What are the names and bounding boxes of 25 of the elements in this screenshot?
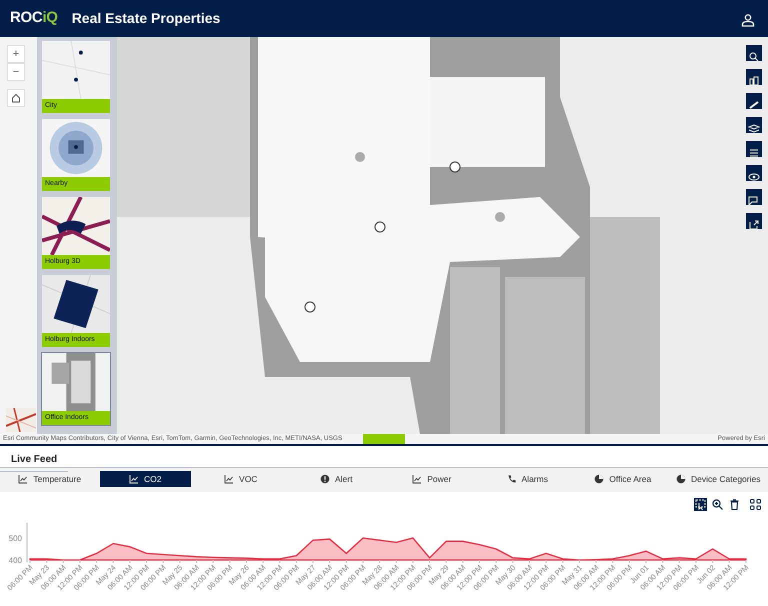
alert-icon (320, 474, 330, 484)
trash-icon[interactable] (728, 498, 741, 511)
chart-icon (18, 474, 28, 484)
feed-tab[interactable]: Device Categories (672, 471, 764, 487)
zoom-icon[interactable] (711, 498, 724, 511)
app-title: Real Estate Properties (72, 9, 220, 28)
feed-tab[interactable]: VOC (195, 471, 286, 487)
chart-icon (412, 474, 422, 484)
phone-icon (506, 474, 517, 484)
y-axis (26, 522, 28, 563)
pie-chart-icon (594, 474, 604, 484)
feed-tab[interactable]: Temperature (4, 471, 96, 487)
select-icon[interactable] (694, 498, 707, 511)
grid-icon[interactable] (749, 498, 762, 511)
feed-tab[interactable]: CO2 (100, 471, 191, 487)
feed-tab[interactable]: Alarms (482, 471, 573, 487)
chart-icon (129, 474, 139, 484)
y-tick-label: 400 (8, 556, 22, 565)
feed-tab[interactable]: Office Area (577, 471, 668, 487)
pie-chart-icon (676, 474, 686, 484)
chart-icon (224, 474, 234, 484)
feed-tab[interactable]: Power (386, 471, 478, 487)
y-tick-label: 500 (8, 534, 22, 543)
feed-tab[interactable]: Alert (290, 471, 382, 487)
logo: ROCiQ (10, 8, 58, 28)
